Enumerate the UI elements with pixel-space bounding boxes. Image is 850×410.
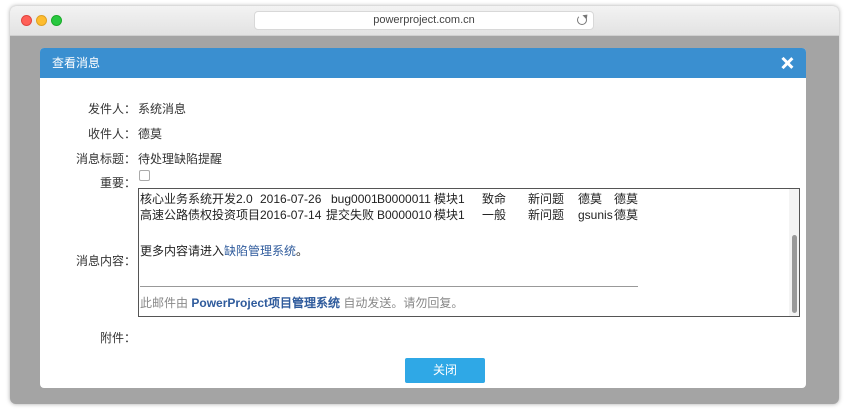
bug-id: B0000010 [377,208,432,222]
bug-status: 新问题 [528,208,565,222]
subject-label: 消息标题： [75,152,136,166]
bug-status: 新问题 [528,192,565,206]
scrollbar-thumb[interactable] [792,235,797,313]
recipient-label: 收件人： [87,127,136,141]
sender-label: 发件人： [87,102,136,116]
footer-note: 此邮件由 PowerProject项目管理系统 自动发送。请勿回复。 [140,294,463,311]
close-icon[interactable] [780,56,794,70]
defect-system-link[interactable]: 缺陷管理系统 [224,244,296,258]
window-minimize-dot[interactable] [36,15,47,26]
message-dialog: 查看消息 发件人： 系统消息 收件人： 德莫 消息标题： 待处理缺陷提醒 重要：… [40,48,806,388]
window-close-dot[interactable] [21,15,32,26]
close-button[interactable]: 关闭 [405,358,485,383]
subject-value: 待处理缺陷提醒 [138,152,223,166]
bug-project: 核心业务系统开发2.0 [140,192,253,206]
content-scrollbar[interactable] [789,189,799,316]
more-content-line: 更多内容请进入缺陷管理系统。 [140,242,308,259]
bug-id: B0000011 [377,192,431,206]
bug-severity: 一般 [482,208,507,222]
more-text: 更多内容请进入 [140,244,225,258]
browser-window: powerproject.com.cn 查看消息 发件人： 系统消息 收件人： … [10,6,839,404]
sender-value: 系统消息 [138,102,187,116]
message-content-box[interactable]: 核心业务系统开发2.0 2016-07-26 bug0001 B0000011 … [138,188,800,317]
bug-assignee: gsunis [578,208,613,222]
footer-prefix: 此邮件由 [140,296,189,310]
bug-project: 高速公路债权投资项目 [140,208,261,222]
recipient-value: 德莫 [138,127,163,141]
footer-system-name: PowerProject项目管理系统 [191,296,341,310]
window-maximize-dot[interactable] [51,15,62,26]
bug-module: 模块1 [434,208,465,222]
bug-date: 2016-07-26 [260,192,322,206]
reload-icon[interactable] [577,15,587,25]
bug-assignee: 德莫 [578,192,603,206]
bug-title: bug0001 [331,192,378,206]
address-url: powerproject.com.cn [373,14,475,26]
browser-titlebar: powerproject.com.cn [10,6,839,36]
footer-suffix: 自动发送。请勿回复。 [343,296,464,310]
important-checkbox[interactable] [139,170,150,181]
dialog-title: 查看消息 [52,56,101,70]
content-label: 消息内容： [75,254,136,268]
important-label: 重要： [99,176,136,190]
more-suffix: 。 [296,244,309,258]
content-divider [140,286,638,287]
dialog-header: 查看消息 [40,48,806,78]
bug-module: 模块1 [434,192,465,206]
bug-title: 提交失败 [326,208,375,222]
bug-severity: 致命 [482,192,507,206]
attachment-label: 附件： [99,331,136,345]
bug-date: 2016-07-14 [260,208,322,222]
address-bar[interactable]: powerproject.com.cn [254,11,594,30]
bug-reporter: 德莫 [614,192,639,206]
bug-reporter: 德莫 [614,208,639,222]
